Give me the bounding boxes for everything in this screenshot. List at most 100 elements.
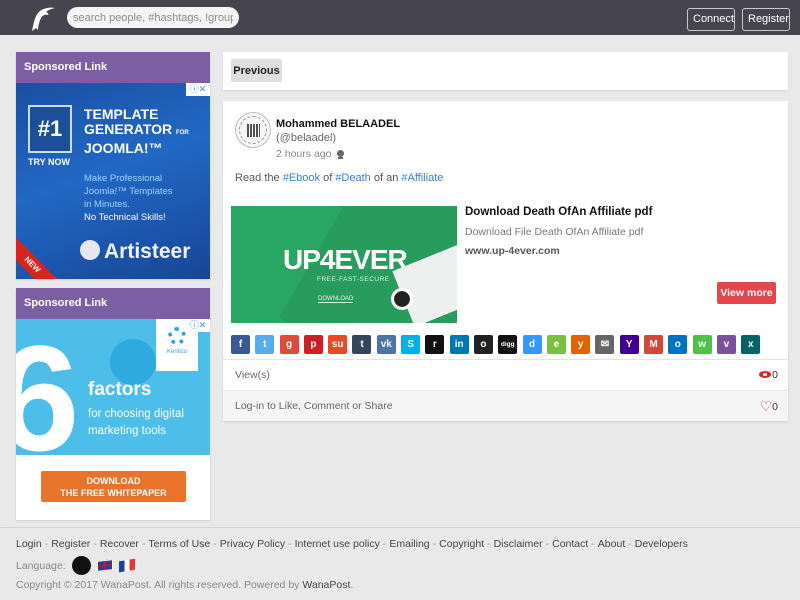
previous-button[interactable]: Previous: [231, 59, 282, 82]
ad-brand: Artisteer: [80, 240, 190, 264]
ad-big-number: 6: [16, 319, 80, 455]
ad-heading: Sponsored Link: [16, 52, 210, 83]
ad-heading: Sponsored Link: [16, 288, 210, 319]
link-title[interactable]: Download Death OfAn Affiliate pdf: [465, 206, 652, 218]
ad-headline: factors: [88, 379, 152, 400]
share-yummly-button[interactable]: y: [571, 335, 591, 354]
footer-link-terms-of-use[interactable]: Terms of Use: [148, 538, 210, 550]
download-whitepaper-button[interactable]: DOWNLOAD THE FREE WHITEPAPER: [41, 471, 186, 502]
share-tumblr-button[interactable]: t: [352, 335, 372, 354]
ad-banner-kentico[interactable]: 6 Kentico ⓘ✕ factors for choosing digita…: [16, 319, 210, 455]
share-skype-button[interactable]: S: [401, 335, 421, 354]
footer-link-register[interactable]: Register: [51, 538, 90, 550]
footer-link-recover[interactable]: Recover: [100, 538, 139, 550]
language-label: Language:: [16, 559, 66, 572]
language-default-icon[interactable]: [71, 556, 91, 575]
share-facebook-button[interactable]: f: [231, 335, 250, 354]
top-navigation-bar: Connect Register: [0, 0, 800, 35]
footer-separator: -: [487, 538, 491, 550]
share-myspace-button[interactable]: o: [473, 335, 493, 354]
share-pinterest-button[interactable]: p: [303, 335, 323, 354]
ad-banner-artisteer[interactable]: ⓘ✕ #1 TRY NOW TEMPLATE GENERATOR FOR JOO…: [16, 83, 210, 279]
wanapost-link[interactable]: WanaPost: [302, 579, 350, 591]
france-flag-icon[interactable]: [118, 558, 135, 573]
share-google-plus-button[interactable]: g: [279, 335, 299, 354]
up4ever-logo: UP4EVER: [283, 244, 408, 275]
footer-separator: -: [545, 538, 550, 550]
share-email-button[interactable]: ✉: [595, 335, 615, 354]
share-delicious-button[interactable]: d: [522, 335, 542, 354]
ad-body: Make Professional Joomla!™ Templates in …: [84, 173, 173, 210]
share-yahoo-button[interactable]: Y: [619, 335, 639, 354]
image-tagline: FREE-FAST-SECURE: [317, 276, 390, 283]
sponsored-ad-kentico: Sponsored Link 6 Kentico ⓘ✕ factors for …: [16, 288, 210, 520]
footer-separator: -: [44, 538, 49, 550]
footer-separator: -: [213, 538, 217, 550]
footer-separator: -: [93, 538, 97, 550]
footer-link-emailing[interactable]: Emailing: [389, 538, 429, 550]
footer-separator: -: [591, 538, 595, 550]
footer-link-privacy-policy[interactable]: Privacy Policy: [220, 538, 285, 550]
footer-separator: -: [628, 538, 632, 550]
share-vk-button[interactable]: vk: [376, 335, 396, 354]
view-more-button[interactable]: View more: [717, 282, 776, 304]
dolphin-logo-icon[interactable]: [28, 4, 56, 32]
share-xing-button[interactable]: x: [741, 335, 761, 354]
views-count: 0: [759, 360, 778, 390]
post-card: Mohammed BELAADEL (@belaadel) 2 hours ag…: [223, 101, 788, 421]
share-evernote-button[interactable]: e: [546, 335, 566, 354]
post-timestamp[interactable]: 2 hours ago: [276, 148, 345, 160]
search-input[interactable]: [67, 7, 239, 28]
share-twitter-button[interactable]: t: [255, 335, 275, 354]
footer-link-internet-use-policy[interactable]: Internet use policy: [295, 538, 380, 550]
share-gmail-button[interactable]: M: [644, 335, 664, 354]
image-download-label: DOWNLOAD: [318, 296, 354, 303]
hashtag-affiliate[interactable]: #Affiliate: [401, 172, 443, 184]
ad-tagline: No Technical Skills!: [84, 212, 166, 223]
share-viber-button[interactable]: v: [716, 335, 736, 354]
post-text: Read the #Ebook of #Death of an #Affilia…: [235, 172, 444, 184]
footer-link-about[interactable]: About: [598, 538, 625, 550]
heart-icon[interactable]: ♡: [760, 398, 773, 414]
share-outlook-button[interactable]: o: [668, 335, 688, 354]
login-prompt[interactable]: Log-in to Like, Comment or Share: [235, 400, 393, 412]
palette-icon: [80, 240, 100, 260]
share-buttons: f t g p su t vk Sr in o digg d e y ✉ Y Mo w v x: [231, 335, 761, 355]
adchoices-icon[interactable]: ⓘ✕: [186, 83, 210, 96]
eye-icon: [759, 371, 772, 378]
hashtag-ebook[interactable]: #Ebook: [283, 172, 320, 184]
login-to-interact-row[interactable]: Log-in to Like, Comment or Share ♡0: [223, 390, 788, 421]
qr-code-icon: [247, 124, 260, 137]
pagination-bar: Previous: [223, 52, 788, 90]
hashtag-death[interactable]: #Death: [335, 172, 370, 184]
share-stumbleupon-button[interactable]: su: [328, 335, 348, 354]
footer-separator: -: [141, 538, 146, 550]
connect-button[interactable]: Connect: [687, 8, 735, 31]
post-handle[interactable]: (@belaadel): [276, 132, 336, 144]
new-ribbon: NEW: [16, 238, 59, 279]
views-row: View(s) 0: [223, 359, 788, 390]
views-label: View(s): [235, 369, 270, 381]
footer-link-contact[interactable]: Contact: [552, 538, 588, 550]
ad-body: for choosing digital marketing tools: [88, 408, 184, 437]
link-preview-image[interactable]: UP4EVER FREE-FAST-SECURE DOWNLOAD: [231, 206, 457, 323]
coffee-cup-illustration: [391, 288, 413, 310]
ad-title: TEMPLATE GENERATOR FOR JOOMLA!™: [84, 106, 189, 156]
adchoices-icon[interactable]: ⓘ✕: [186, 319, 210, 332]
footer-separator: -: [288, 538, 292, 550]
post-author[interactable]: Mohammed BELAADEL: [276, 118, 400, 130]
ad-try-now: TRY NOW: [28, 157, 70, 167]
share-reddit-button[interactable]: r: [425, 335, 445, 354]
uk-flag-icon[interactable]: [96, 559, 113, 572]
share-whatsapp-button[interactable]: w: [692, 335, 712, 354]
share-digg-button[interactable]: digg: [498, 335, 518, 354]
register-button[interactable]: Register: [742, 8, 790, 31]
share-linkedin-button[interactable]: in: [449, 335, 469, 354]
avatar[interactable]: [235, 112, 271, 148]
footer-link-copyright[interactable]: Copyright: [439, 538, 484, 550]
footer-divider: [0, 527, 800, 528]
footer-link-developers[interactable]: Developers: [635, 538, 688, 550]
footer-link-disclaimer[interactable]: Disclaimer: [494, 538, 543, 550]
footer-link-login[interactable]: Login: [16, 538, 42, 550]
likes-count[interactable]: ♡0: [760, 391, 778, 422]
